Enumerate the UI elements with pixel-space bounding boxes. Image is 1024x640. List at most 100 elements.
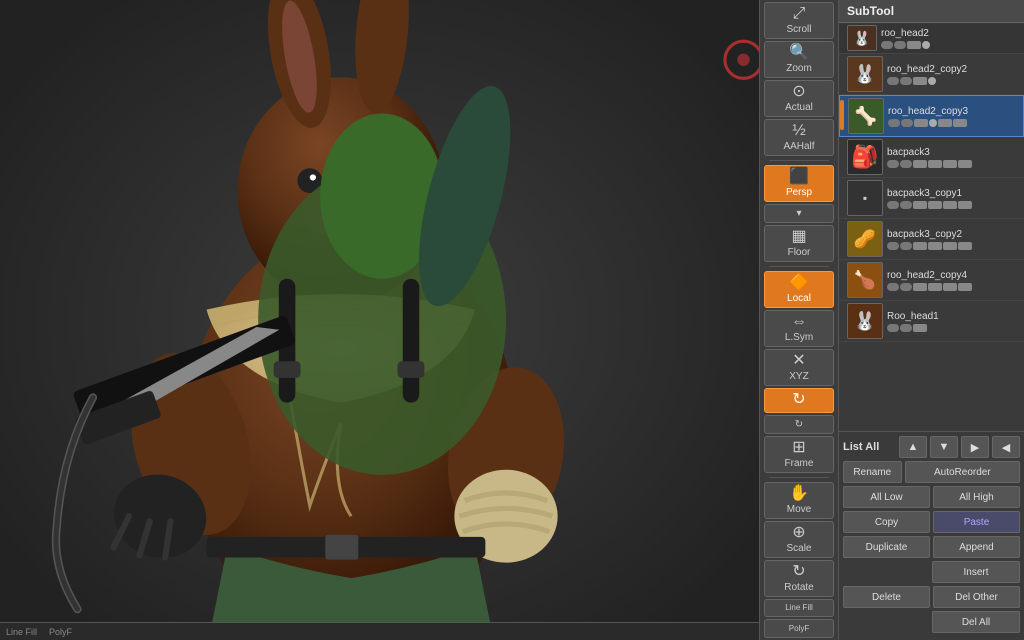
tool-move[interactable]: ✋ Move bbox=[764, 482, 834, 519]
all-low-btn[interactable]: All Low bbox=[843, 486, 930, 508]
subtool-list[interactable]: 🐰 roo_head2 🐰 roo_head2_copy2 bbox=[839, 23, 1024, 431]
subtool-item-copy4[interactable]: 🍗 roo_head2_copy4 bbox=[839, 260, 1024, 301]
subtool-thumb-copy4: 🍗 bbox=[847, 262, 883, 298]
all-high-btn[interactable]: All High bbox=[933, 486, 1020, 508]
subtool-ctrl-bc1-5[interactable] bbox=[943, 201, 957, 209]
nav-up-btn[interactable]: ▲ bbox=[899, 436, 927, 458]
subtool-ctrl-c2-eye[interactable] bbox=[913, 77, 927, 85]
subtool-ctrl-bc1-4[interactable] bbox=[928, 201, 942, 209]
subtool-ctrl-bc2-1[interactable] bbox=[887, 242, 899, 250]
subtool-controls-rh1 bbox=[887, 324, 1020, 332]
subtool-ctrl-rh1-2[interactable] bbox=[900, 324, 912, 332]
nav-left-btn[interactable]: ◀ bbox=[992, 436, 1020, 458]
subtool-ctrl-bc1-1[interactable] bbox=[887, 201, 899, 209]
subtool-ctrl-bc1-eye[interactable] bbox=[913, 201, 927, 209]
subtool-ctrl-c3-1[interactable] bbox=[888, 119, 900, 127]
tool-line-fill[interactable]: Line Fill bbox=[764, 599, 834, 618]
spacer-btn bbox=[843, 561, 929, 583]
duplicate-btn[interactable]: Duplicate bbox=[843, 536, 930, 558]
list-all-label: List All bbox=[843, 441, 896, 453]
subtool-ctrl-c3-2[interactable] bbox=[901, 119, 913, 127]
auto-reorder-btn[interactable]: AutoReorder bbox=[905, 461, 1020, 483]
tool-lsym[interactable]: ⇔ L.Sym bbox=[764, 310, 834, 347]
append-btn[interactable]: Append bbox=[933, 536, 1020, 558]
nav-down-btn[interactable]: ▼ bbox=[930, 436, 958, 458]
subtool-ctrl-b3-4[interactable] bbox=[928, 160, 942, 168]
subtool-ctrl-bc2-4[interactable] bbox=[928, 242, 942, 250]
subtool-ctrl-c3-eye[interactable] bbox=[914, 119, 928, 127]
tool-v[interactable]: ▾ bbox=[764, 204, 834, 223]
subtool-ctrl-bc1-6[interactable] bbox=[958, 201, 972, 209]
subtool-info-bacpack3-copy2: bacpack3_copy2 bbox=[887, 229, 1020, 250]
subtool-ctrl-c3-5[interactable] bbox=[938, 119, 952, 127]
tool-local[interactable]: 🔶 Local bbox=[764, 271, 834, 308]
tool-divider-3 bbox=[769, 477, 829, 478]
subtool-ctrl-bc2-5[interactable] bbox=[943, 242, 957, 250]
tool-persp[interactable]: ⬛ Persp bbox=[764, 165, 834, 202]
tool-actual[interactable]: ⊙ Actual bbox=[764, 80, 834, 117]
tool-xyz[interactable]: ✕ XYZ bbox=[764, 349, 834, 386]
tool-r[interactable]: ↻ bbox=[764, 388, 834, 413]
tool-r2[interactable]: ↻ bbox=[764, 415, 834, 434]
subtool-item-bacpack3-copy1[interactable]: ▪ bacpack3_copy1 bbox=[839, 178, 1024, 219]
subtool-controls-bc1 bbox=[887, 201, 1020, 209]
tool-scroll[interactable]: ⤢ Scroll bbox=[764, 2, 834, 39]
subtool-ctrl-c4-1[interactable] bbox=[887, 283, 899, 291]
frame-icon: ⊞ bbox=[792, 440, 805, 456]
subtool-ctrl-c4-2[interactable] bbox=[900, 283, 912, 291]
subtool-item-copy2[interactable]: 🐰 roo_head2_copy2 bbox=[839, 54, 1024, 95]
subtool-item-roo-head1[interactable]: 🐰 Roo_head1 bbox=[839, 301, 1024, 342]
subtool-ctrl-c2-1[interactable] bbox=[887, 77, 899, 85]
subtool-ctrl-2[interactable] bbox=[894, 41, 906, 49]
delete-btn[interactable]: Delete bbox=[843, 586, 930, 608]
rename-btn[interactable]: Rename bbox=[843, 461, 902, 483]
tool-frame[interactable]: ⊞ Frame bbox=[764, 436, 834, 473]
subtool-ctrl-eye[interactable] bbox=[907, 41, 921, 49]
subtool-ctrl-c3-4[interactable] bbox=[929, 119, 937, 127]
aahalf-icon: ½ bbox=[792, 123, 805, 139]
subtool-ctrl-c4-6[interactable] bbox=[958, 283, 972, 291]
subtool-ctrl-c3-6[interactable] bbox=[953, 119, 967, 127]
subtool-item-bacpack3-copy2[interactable]: 🥜 bacpack3_copy2 bbox=[839, 219, 1024, 260]
subtool-ctrl-b3-eye[interactable] bbox=[913, 160, 927, 168]
subtool-ctrl-rh1-eye[interactable] bbox=[913, 324, 927, 332]
tool-polyf[interactable]: PolyF bbox=[764, 619, 834, 638]
subtool-name-roo-head1: Roo_head1 bbox=[887, 311, 1020, 322]
subtool-ctrl-b3-5[interactable] bbox=[943, 160, 957, 168]
subtool-item-copy3[interactable]: 🦴 roo_head2_copy3 bbox=[839, 95, 1024, 137]
del-other-btn[interactable]: Del Other bbox=[933, 586, 1020, 608]
subtool-ctrl-bc1-2[interactable] bbox=[900, 201, 912, 209]
tool-aahalf[interactable]: ½ AAHalf bbox=[764, 119, 834, 156]
subtool-ctrl-c4-eye[interactable] bbox=[913, 283, 927, 291]
subtool-ctrl-bc2-6[interactable] bbox=[958, 242, 972, 250]
subtool-ctrl-b3-6[interactable] bbox=[958, 160, 972, 168]
subtool-ctrl-b3-2[interactable] bbox=[900, 160, 912, 168]
subtool-ctrl-bc2-eye[interactable] bbox=[913, 242, 927, 250]
insert-btn[interactable]: Insert bbox=[932, 561, 1020, 583]
subtool-item-roo-head2-top[interactable]: 🐰 roo_head2 bbox=[839, 23, 1024, 54]
tool-zoom[interactable]: 🔍 Zoom bbox=[764, 41, 834, 78]
subtool-ctrl-c4-4[interactable] bbox=[928, 283, 942, 291]
tool-actual-label: Actual bbox=[785, 102, 813, 113]
subtool-ctrl-c4-5[interactable] bbox=[943, 283, 957, 291]
subtool-ctrl-1[interactable] bbox=[881, 41, 893, 49]
subtool-ctrl-4[interactable] bbox=[922, 41, 930, 49]
zoom-icon: 🔍 bbox=[789, 45, 809, 61]
canvas-area[interactable]: Line Fill PolyF bbox=[0, 0, 759, 640]
subtool-ctrl-bc2-2[interactable] bbox=[900, 242, 912, 250]
nav-right-btn[interactable]: ▶ bbox=[961, 436, 989, 458]
subtool-ctrl-rh1-1[interactable] bbox=[887, 324, 899, 332]
tool-rotate[interactable]: ↻ Rotate bbox=[764, 560, 834, 597]
del-all-btn[interactable]: Del All bbox=[932, 611, 1020, 633]
subtool-thumb-copy3: 🦴 bbox=[848, 98, 884, 134]
subtool-ctrl-c2-4[interactable] bbox=[928, 77, 936, 85]
tool-floor[interactable]: ▦ Floor bbox=[764, 225, 834, 262]
tool-scale[interactable]: ⊕ Scale bbox=[764, 521, 834, 558]
subtool-item-bacpack3[interactable]: 🎒 bacpack3 bbox=[839, 137, 1024, 178]
paste-btn[interactable]: Paste bbox=[933, 511, 1020, 533]
subtool-ctrl-b3-1[interactable] bbox=[887, 160, 899, 168]
subtool-ctrl-c2-2[interactable] bbox=[900, 77, 912, 85]
move-icon: ✋ bbox=[789, 486, 809, 502]
copy-btn[interactable]: Copy bbox=[843, 511, 930, 533]
status-line-fill: Line Fill bbox=[6, 627, 37, 637]
